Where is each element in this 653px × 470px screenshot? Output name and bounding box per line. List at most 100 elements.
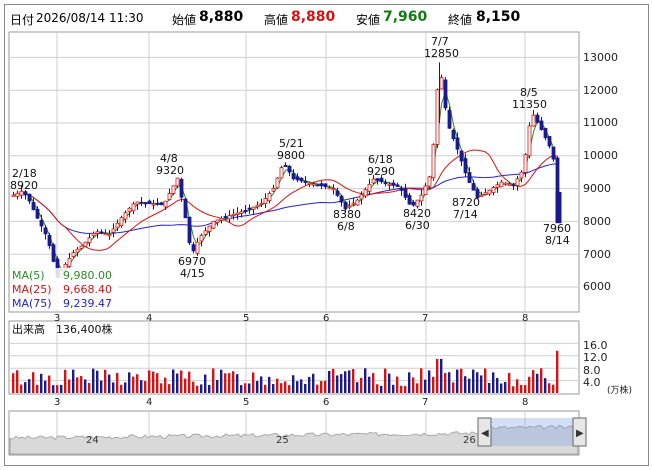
y-tick: 8000 bbox=[583, 215, 611, 228]
volume-bar bbox=[528, 376, 531, 393]
volume-bar bbox=[348, 370, 351, 393]
candle-body bbox=[527, 125, 532, 157]
volume-bar bbox=[512, 386, 515, 393]
volume-bar bbox=[100, 380, 103, 393]
volume-bar bbox=[368, 376, 371, 393]
volume-bar bbox=[244, 383, 247, 393]
volume-bar bbox=[272, 384, 275, 393]
volume-bar bbox=[76, 377, 79, 393]
candle-body bbox=[455, 137, 460, 150]
candle-body bbox=[39, 219, 44, 227]
ma-legend: MA(5) 9,980.00 MA(25) 9,668.40 MA(75) 9,… bbox=[10, 268, 118, 310]
stock-chart: 6000 7000 8000 9000 10000 11000 12000 13… bbox=[8, 31, 632, 456]
legend-ma5-name: MA(5) bbox=[12, 269, 45, 282]
volume-bar bbox=[336, 375, 339, 393]
volume-bar bbox=[424, 379, 427, 393]
volume-bar bbox=[468, 378, 471, 393]
candle-body bbox=[143, 202, 148, 205]
volume-bar bbox=[484, 368, 487, 393]
candle-body bbox=[423, 185, 428, 195]
candle-body bbox=[447, 109, 452, 129]
volume-bar bbox=[304, 383, 307, 393]
candle-body bbox=[243, 209, 248, 212]
candle-body bbox=[407, 195, 412, 205]
chevron-right-icon: ▶ bbox=[576, 428, 584, 439]
volume-bar bbox=[416, 383, 419, 393]
x-tick: 6 bbox=[323, 313, 329, 324]
legend-ma25-value: 9,668.40 bbox=[63, 283, 112, 296]
volume-bar bbox=[328, 370, 331, 393]
volume-bar bbox=[452, 382, 455, 393]
candle-body bbox=[91, 233, 96, 236]
volume-bar bbox=[164, 377, 167, 393]
y-tick: 9000 bbox=[583, 182, 611, 195]
candle-body bbox=[163, 200, 168, 208]
candle-body bbox=[531, 114, 536, 127]
candle-body bbox=[419, 194, 424, 202]
candle-body bbox=[211, 220, 216, 229]
volume-bar bbox=[96, 370, 99, 393]
candle-body bbox=[271, 188, 276, 192]
volume-bar bbox=[548, 383, 551, 393]
candle-body bbox=[347, 205, 352, 208]
candle-body bbox=[323, 183, 328, 188]
annotation-value: 12850 bbox=[424, 47, 459, 60]
volume-bar bbox=[432, 376, 435, 393]
volume-bar bbox=[308, 376, 311, 393]
candle-body bbox=[267, 193, 272, 202]
candle-body bbox=[311, 183, 316, 186]
legend-ma5-value: 9,980.00 bbox=[63, 269, 112, 282]
candle-body bbox=[47, 234, 52, 247]
volume-bar bbox=[476, 372, 479, 393]
candle-body bbox=[287, 165, 292, 173]
candle-body bbox=[239, 211, 244, 214]
candle-body bbox=[23, 191, 28, 196]
volume-bar bbox=[356, 382, 359, 393]
volume-bar bbox=[200, 384, 203, 393]
candle-body bbox=[371, 178, 376, 184]
candle-body bbox=[51, 244, 56, 262]
candle-body bbox=[11, 194, 16, 197]
volume-bar bbox=[380, 385, 383, 393]
x-tick: 4 bbox=[146, 313, 152, 324]
candle-body bbox=[367, 183, 372, 192]
candle-body bbox=[523, 154, 528, 173]
candle-body bbox=[511, 184, 516, 187]
volume-bar bbox=[176, 373, 179, 393]
volume-bar bbox=[332, 368, 335, 393]
range-window[interactable] bbox=[491, 418, 573, 446]
candle-body bbox=[479, 194, 484, 197]
volume-bar bbox=[376, 384, 379, 393]
candle-body bbox=[483, 192, 488, 195]
candle-body bbox=[467, 172, 472, 183]
candle-body bbox=[127, 207, 132, 212]
volume-bar bbox=[316, 384, 319, 393]
volume-unit: (万株) bbox=[607, 384, 632, 396]
volume-bar bbox=[400, 385, 403, 393]
candle-body bbox=[319, 183, 324, 187]
candle-body bbox=[355, 199, 360, 206]
price-annotations: 2/18 8920 4/8 9320 6970 4/15 5/21 9800 8… bbox=[10, 35, 571, 280]
x-tick: 8 bbox=[522, 397, 528, 408]
volume-bar bbox=[224, 373, 227, 393]
volume-bar bbox=[12, 373, 15, 393]
candle-body bbox=[515, 178, 520, 186]
volume-bar bbox=[204, 374, 207, 393]
range-selector[interactable]: ◀ ▶ bbox=[477, 417, 587, 447]
price-x-axis: 3 4 5 6 7 8 bbox=[54, 313, 528, 324]
candle-body bbox=[115, 222, 120, 229]
candle-body bbox=[147, 200, 152, 204]
volume-bar bbox=[436, 358, 439, 393]
volume-bar bbox=[104, 369, 107, 393]
candle-body bbox=[279, 167, 284, 179]
volume-bar bbox=[464, 376, 467, 393]
candle-body bbox=[67, 258, 72, 267]
candle-body bbox=[391, 182, 396, 186]
candle-body bbox=[71, 252, 76, 257]
volume-bar bbox=[44, 380, 47, 393]
candle-body bbox=[539, 120, 544, 130]
annotation-value: 11350 bbox=[512, 98, 547, 111]
candle-body bbox=[195, 241, 200, 254]
candle-body bbox=[427, 176, 432, 187]
candle-body bbox=[107, 234, 112, 237]
